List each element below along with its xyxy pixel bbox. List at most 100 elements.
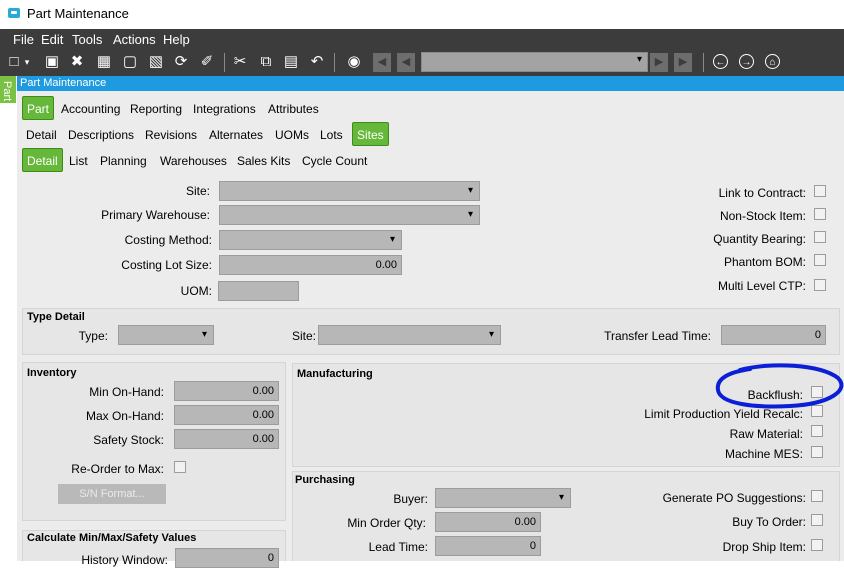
- new-icon[interactable]: □: [4, 52, 24, 72]
- costing-method-combo[interactable]: [219, 230, 402, 250]
- menu-actions[interactable]: Actions: [113, 32, 156, 47]
- drop-ship-checkbox[interactable]: [811, 539, 823, 551]
- home-icon[interactable]: ⌂: [765, 54, 780, 69]
- memo-icon[interactable]: ▢: [120, 52, 140, 72]
- menu-file[interactable]: File: [13, 32, 34, 47]
- binoculars-icon[interactable]: ◉: [344, 52, 364, 72]
- purchasing-header: Purchasing: [295, 474, 355, 486]
- book-icon[interactable]: ▦: [94, 52, 114, 72]
- cut-icon[interactable]: ✂: [230, 52, 250, 72]
- tab-descriptions[interactable]: Descriptions: [64, 123, 138, 147]
- site-combo[interactable]: [219, 181, 480, 201]
- quantity-bearing-checkbox[interactable]: [814, 231, 826, 243]
- type-site-label: Site:: [291, 329, 316, 343]
- lead-time-label: Lead Time:: [368, 540, 428, 554]
- costing-lot-size-label: Costing Lot Size:: [121, 258, 212, 272]
- side-tab-part[interactable]: Part: [0, 76, 16, 103]
- tab-list[interactable]: List: [65, 149, 92, 173]
- uom-label: UOM:: [180, 284, 212, 298]
- quantity-bearing-label: Quantity Bearing:: [713, 232, 806, 246]
- safety-stock-label: Safety Stock:: [93, 433, 164, 447]
- safety-stock-input[interactable]: 0.00: [174, 429, 279, 449]
- tab-reporting[interactable]: Reporting: [126, 97, 186, 121]
- clear-icon[interactable]: ✐: [197, 52, 217, 72]
- transfer-lead-time-input[interactable]: 0: [721, 325, 826, 345]
- tab-attributes[interactable]: Attributes: [264, 97, 323, 121]
- transfer-lead-time-label: Transfer Lead Time:: [604, 329, 711, 343]
- type-combo[interactable]: [118, 325, 214, 345]
- non-stock-item-checkbox[interactable]: [814, 208, 826, 220]
- link-to-contract-checkbox[interactable]: [814, 185, 826, 197]
- first-record-icon[interactable]: ◀: [373, 53, 391, 72]
- record-navigation-combo[interactable]: ▾: [421, 52, 648, 72]
- last-record-icon[interactable]: ▶: [674, 53, 692, 72]
- tab-site-detail[interactable]: Detail: [22, 148, 63, 172]
- uom-input[interactable]: [218, 281, 299, 301]
- min-on-hand-input[interactable]: 0.00: [174, 381, 279, 401]
- costing-lot-size-input[interactable]: 0.00: [219, 255, 402, 275]
- multi-level-ctp-label: Multi Level CTP:: [717, 279, 806, 293]
- generate-po-label: Generate PO Suggestions:: [662, 491, 806, 505]
- form-header-title: Part Maintenance: [20, 77, 107, 89]
- tab-sites[interactable]: Sites: [352, 122, 389, 146]
- max-on-hand-input[interactable]: 0.00: [174, 405, 279, 425]
- tab-uoms[interactable]: UOMs: [271, 123, 313, 147]
- machine-mes-checkbox[interactable]: [811, 446, 823, 458]
- save-icon[interactable]: ▣: [42, 52, 62, 72]
- side-tab-label: Part: [1, 81, 13, 102]
- delete-icon[interactable]: ✖: [67, 52, 87, 72]
- attachment-icon[interactable]: ▧: [146, 52, 166, 72]
- form-header: Part Maintenance: [17, 76, 844, 91]
- inventory-header: Inventory: [27, 367, 77, 379]
- reorder-to-max-label: Re-Order to Max:: [71, 462, 164, 476]
- annotation-circle: [715, 363, 844, 409]
- drop-ship-label: Drop Ship Item:: [722, 540, 806, 554]
- forward-icon[interactable]: →: [739, 54, 754, 69]
- toolbar-separator: [703, 53, 704, 72]
- new-dropdown-icon[interactable]: ▾: [22, 52, 32, 72]
- paste-icon[interactable]: ▤: [281, 52, 301, 72]
- menu-edit[interactable]: Edit: [41, 32, 63, 47]
- phantom-bom-checkbox[interactable]: [814, 254, 826, 266]
- tab-part[interactable]: Part: [22, 96, 55, 120]
- calculate-header: Calculate Min/Max/Safety Values: [27, 532, 197, 544]
- reorder-to-max-checkbox[interactable]: [174, 461, 186, 473]
- tab-alternates[interactable]: Alternates: [205, 123, 267, 147]
- menu-help[interactable]: Help: [163, 32, 190, 47]
- tab-sales-kits[interactable]: Sales Kits: [233, 149, 294, 173]
- buy-to-order-checkbox[interactable]: [811, 514, 823, 526]
- next-record-icon[interactable]: ▶: [650, 53, 668, 72]
- raw-material-checkbox[interactable]: [811, 425, 823, 437]
- multi-level-ctp-checkbox[interactable]: [814, 279, 826, 291]
- tab-detail[interactable]: Detail: [22, 123, 61, 147]
- tab-cycle-count[interactable]: Cycle Count: [298, 149, 371, 173]
- sn-format-button[interactable]: S/N Format...: [58, 484, 166, 504]
- app-icon: [8, 8, 20, 18]
- non-stock-item-label: Non-Stock Item:: [719, 209, 806, 223]
- toolbar-separator: [224, 53, 225, 72]
- link-to-contract-label: Link to Contract:: [718, 186, 806, 200]
- undo-icon[interactable]: ↶: [307, 52, 327, 72]
- primary-warehouse-combo[interactable]: [219, 205, 480, 225]
- refresh-icon[interactable]: ⟳: [171, 52, 191, 72]
- tab-lots[interactable]: Lots: [316, 123, 347, 147]
- lead-time-input[interactable]: 0: [435, 536, 541, 556]
- buyer-label: Buyer:: [393, 492, 428, 506]
- back-icon[interactable]: ←: [713, 54, 728, 69]
- manufacturing-header: Manufacturing: [297, 368, 373, 380]
- tab-revisions[interactable]: Revisions: [141, 123, 201, 147]
- type-detail-header: Type Detail: [27, 311, 85, 323]
- tab-integrations[interactable]: Integrations: [189, 97, 260, 121]
- min-order-qty-input[interactable]: 0.00: [435, 512, 541, 532]
- menu-tools[interactable]: Tools: [72, 32, 102, 47]
- tab-accounting[interactable]: Accounting: [57, 97, 124, 121]
- min-order-qty-label: Min Order Qty:: [347, 516, 426, 530]
- tab-warehouses[interactable]: Warehouses: [156, 149, 231, 173]
- tab-planning[interactable]: Planning: [96, 149, 151, 173]
- history-window-input[interactable]: 0: [175, 548, 279, 568]
- generate-po-checkbox[interactable]: [811, 490, 823, 502]
- type-site-combo[interactable]: [318, 325, 501, 345]
- buyer-combo[interactable]: [435, 488, 571, 508]
- previous-record-icon[interactable]: ◀: [397, 53, 415, 72]
- copy-icon[interactable]: ⧉: [256, 52, 276, 72]
